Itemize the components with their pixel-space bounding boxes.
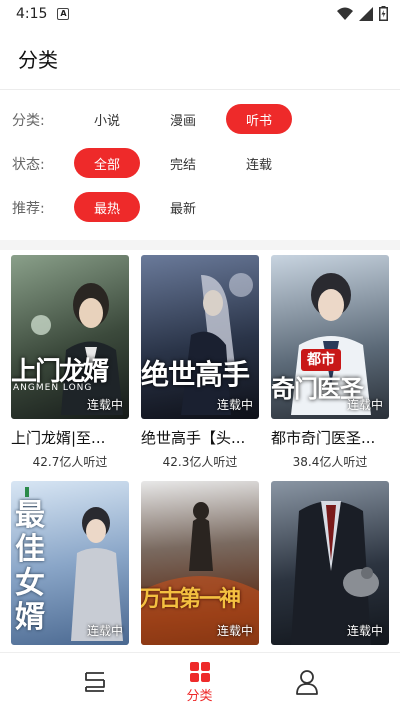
cover-title-art: 绝世高手 (141, 358, 250, 391)
filter-row-status: 状态: 全部 完结 连载 (0, 148, 400, 180)
book-title: 上门龙婿|至... (11, 429, 106, 447)
cover-subtitle: ANGMEN LONG (13, 383, 93, 393)
status-tag: 连载中 (346, 398, 383, 412)
book-cover: 绝世高手 连载中 (141, 255, 259, 419)
book-cover: 都市 奇门医圣 连载中 (271, 255, 389, 419)
listen-count: 38.4亿人听过 (292, 455, 368, 469)
user-icon (295, 670, 318, 695)
chip-newest[interactable]: 最新 (150, 192, 216, 222)
book-cover: 万古第一神 连载中 (141, 481, 259, 645)
wifi-icon (337, 7, 353, 20)
notification-icon: A (57, 8, 70, 20)
filter-row-category: 分类: 小说 漫画 听书 (0, 104, 400, 136)
chip-novel[interactable]: 小说 (74, 104, 140, 134)
chip-audiobook[interactable]: 听书 (226, 104, 292, 134)
section-divider (0, 240, 400, 250)
chip-hottest[interactable]: 最热 (74, 192, 140, 222)
filter-label: 推荐: (12, 201, 45, 217)
bookshelf-icon (84, 672, 105, 692)
status-bar: 4:15 A (0, 0, 400, 28)
listen-count: 42.3亿人听过 (162, 455, 238, 469)
chip-comic[interactable]: 漫画 (150, 104, 216, 134)
filter-row-recommend: 推荐: 最热 最新 (0, 192, 400, 224)
page-header: 分类 (0, 28, 400, 90)
battery-icon (379, 6, 388, 21)
status-tag: 连载中 (216, 624, 253, 638)
book-cover: 连载中 (271, 481, 389, 645)
bottom-tab-bar: 分类 (0, 652, 400, 710)
signal-icon (359, 6, 373, 21)
book-title: 绝世高手【头... (141, 429, 246, 447)
cover-title-art: 最佳女婿 (15, 498, 45, 635)
category-grid-icon (189, 661, 210, 682)
book-title: 都市奇门医圣... (271, 429, 376, 447)
status-tag: 连载中 (86, 398, 123, 412)
tab-profile[interactable] (240, 653, 373, 710)
filter-label: 状态: (12, 157, 45, 173)
listen-count: 42.7亿人听过 (32, 455, 108, 469)
chip-all[interactable]: 全部 (74, 148, 140, 178)
status-icons (337, 6, 388, 21)
chip-completed[interactable]: 完结 (150, 148, 216, 178)
filter-label: 分类: (12, 113, 45, 129)
status-tag: 连载中 (346, 624, 383, 638)
status-time: 4:15 (16, 6, 48, 22)
status-tag: 连载中 (216, 398, 253, 412)
genre-badge: 都市 (301, 349, 341, 371)
page-title: 分类 (18, 48, 58, 72)
tab-label: 分类 (186, 688, 213, 704)
cover-title-art: 万古第一神 (141, 587, 241, 612)
book-cover: 上门龙婿 ANGMEN LONG 连载中 (11, 255, 129, 419)
chip-ongoing[interactable]: 连载 (226, 148, 292, 178)
status-tag: 连载中 (86, 624, 123, 638)
book-cover: 最佳女婿 连载中 (11, 481, 129, 645)
